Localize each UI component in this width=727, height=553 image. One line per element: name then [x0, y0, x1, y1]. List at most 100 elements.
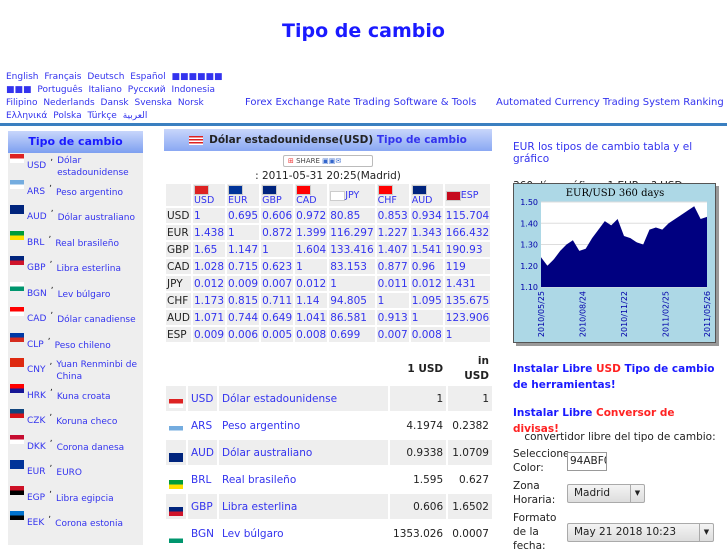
- rate-cell[interactable]: 1.041: [295, 310, 327, 325]
- rate-cell[interactable]: 0.007: [377, 327, 409, 342]
- sidebar-item-eur[interactable]: EUR,EURO: [8, 459, 143, 485]
- rate-cell[interactable]: 0.699: [329, 327, 374, 342]
- rate-cell[interactable]: 0.012: [295, 276, 327, 291]
- trading-ranking-link[interactable]: Automated Currency Trading System Rankin…: [496, 97, 724, 108]
- column-header-cad[interactable]: CAD: [295, 184, 327, 206]
- sidebar-item-egp[interactable]: EGP,Libra egipcia: [8, 485, 143, 511]
- rate-cell[interactable]: 0.008: [411, 327, 443, 342]
- rate-cell[interactable]: 0.649: [261, 310, 293, 325]
- rate-cell[interactable]: 0.96: [411, 259, 443, 274]
- rate-cell[interactable]: 115.704: [445, 208, 490, 223]
- rate-cell[interactable]: 0.715: [227, 259, 259, 274]
- rate-cell[interactable]: 0.872: [261, 225, 293, 240]
- currency-code-link[interactable]: GBP: [188, 494, 217, 519]
- language-link[interactable]: Filipino: [6, 98, 37, 108]
- column-header-chf[interactable]: CHF: [377, 184, 409, 206]
- rate-cell[interactable]: 0.913: [377, 310, 409, 325]
- currency-code-link[interactable]: ARS: [188, 413, 217, 438]
- sidebar-item-cny[interactable]: CNY,Yuan Renminbi de China: [8, 357, 143, 383]
- rate-cell[interactable]: 1: [227, 225, 259, 240]
- language-link[interactable]: Español: [130, 72, 165, 82]
- currency-name-link[interactable]: Peso argentino: [219, 413, 388, 438]
- rate-cell[interactable]: 0.008: [295, 327, 327, 342]
- rate-cell[interactable]: 1.438: [193, 225, 225, 240]
- language-link[interactable]: Dansk: [101, 98, 129, 108]
- currency-code-link[interactable]: BGN: [188, 521, 217, 546]
- rate-cell[interactable]: 0.009: [227, 276, 259, 291]
- rate-cell[interactable]: 1.147: [227, 242, 259, 257]
- rate-cell[interactable]: 119: [445, 259, 490, 274]
- sidebar-item-gbp[interactable]: GBP,Libra esterlina: [8, 255, 143, 281]
- rate-cell[interactable]: 0.695: [227, 208, 259, 223]
- language-link[interactable]: Русский: [128, 85, 166, 95]
- rate-cell[interactable]: 1: [445, 327, 490, 342]
- language-link[interactable]: Türkçe: [87, 111, 116, 121]
- rate-cell[interactable]: 0.934: [411, 208, 443, 223]
- currency-code-link[interactable]: USD: [188, 386, 217, 411]
- rate-cell[interactable]: 1.431: [445, 276, 490, 291]
- language-link[interactable]: Indonesia: [171, 85, 215, 95]
- rate-cell[interactable]: 0.009: [193, 327, 225, 342]
- language-link[interactable]: العربية: [123, 111, 148, 121]
- currency-name-link[interactable]: Real brasileño: [219, 467, 388, 492]
- rate-cell[interactable]: 0.007: [261, 276, 293, 291]
- rate-cell[interactable]: 1.173: [193, 293, 225, 308]
- language-link[interactable]: Français: [44, 72, 81, 82]
- language-link[interactable]: Polska: [53, 111, 81, 121]
- rate-cell[interactable]: 1.028: [193, 259, 225, 274]
- rate-cell[interactable]: 0.623: [261, 259, 293, 274]
- rate-cell[interactable]: 133.416: [329, 242, 374, 257]
- rate-cell[interactable]: 1.14: [295, 293, 327, 308]
- rate-cell[interactable]: 1.071: [193, 310, 225, 325]
- language-link[interactable]: English: [6, 72, 39, 82]
- language-link[interactable]: Italiano: [88, 85, 121, 95]
- rate-cell[interactable]: 166.432: [445, 225, 490, 240]
- sidebar-item-usd[interactable]: USD,Dólar estadounidense: [8, 153, 143, 179]
- date-format-select[interactable]: May 21 2018 10:23▼: [567, 523, 714, 542]
- rate-cell[interactable]: 0.606: [261, 208, 293, 223]
- rate-cell[interactable]: 1: [295, 259, 327, 274]
- rate-cell[interactable]: 1.343: [411, 225, 443, 240]
- install-toolbar-link[interactable]: Instalar Libre USD Tipo de cambio de her…: [513, 361, 723, 393]
- rate-cell[interactable]: 1.227: [377, 225, 409, 240]
- column-header-usd[interactable]: USD: [193, 184, 225, 206]
- rate-cell[interactable]: 116.297: [329, 225, 374, 240]
- rate-cell[interactable]: 0.853: [377, 208, 409, 223]
- rate-cell[interactable]: 1: [377, 293, 409, 308]
- rate-cell[interactable]: 94.805: [329, 293, 374, 308]
- column-header-esp[interactable]: ESP: [445, 184, 490, 206]
- eur-table-link[interactable]: EUR los tipos de cambio tabla y el gráfi…: [513, 141, 692, 165]
- currency-name-link[interactable]: Libra esterlina: [219, 494, 388, 519]
- language-link[interactable]: ■■■: [6, 85, 32, 95]
- sidebar-item-aud[interactable]: AUD,Dólar australiano: [8, 204, 143, 230]
- sidebar-item-ars[interactable]: ARS,Peso argentino: [8, 179, 143, 205]
- rate-cell[interactable]: 135.675: [445, 293, 490, 308]
- currency-name-link[interactable]: Lev búlgaro: [219, 521, 388, 546]
- rate-cell[interactable]: 1: [261, 242, 293, 257]
- rate-cell[interactable]: 123.906: [445, 310, 490, 325]
- column-header-eur[interactable]: EUR: [227, 184, 259, 206]
- rate-cell[interactable]: 1.399: [295, 225, 327, 240]
- sidebar-item-eek[interactable]: EEK,Corona estonia: [8, 510, 143, 536]
- color-input[interactable]: 94ABF0: [567, 452, 607, 471]
- sidebar-item-bgn[interactable]: BGN,Lev búlgaro: [8, 281, 143, 307]
- sidebar-item-czk[interactable]: CZK,Koruna checo: [8, 408, 143, 434]
- currency-name-link[interactable]: Dólar australiano: [219, 440, 388, 465]
- rate-cell[interactable]: 0.711: [261, 293, 293, 308]
- rate-cell[interactable]: 0.012: [411, 276, 443, 291]
- rate-cell[interactable]: 0.877: [377, 259, 409, 274]
- rate-cell[interactable]: 80.85: [329, 208, 374, 223]
- rate-cell[interactable]: 1: [411, 310, 443, 325]
- rate-cell[interactable]: 1.604: [295, 242, 327, 257]
- currency-code-link[interactable]: BRL: [188, 467, 217, 492]
- column-header-gbp[interactable]: GBP: [261, 184, 293, 206]
- rate-cell[interactable]: 1.541: [411, 242, 443, 257]
- language-link[interactable]: Português: [37, 85, 82, 95]
- forex-software-link[interactable]: Forex Exchange Rate Trading Software & T…: [245, 97, 476, 108]
- rate-cell[interactable]: 0.006: [227, 327, 259, 342]
- language-link[interactable]: Nederlands: [43, 98, 94, 108]
- rate-cell[interactable]: 190.93: [445, 242, 490, 257]
- rate-cell[interactable]: 1.095: [411, 293, 443, 308]
- sidebar-item-cad[interactable]: CAD,Dólar canadiense: [8, 306, 143, 332]
- sidebar-item-brl[interactable]: BRL,Real brasileño: [8, 230, 143, 256]
